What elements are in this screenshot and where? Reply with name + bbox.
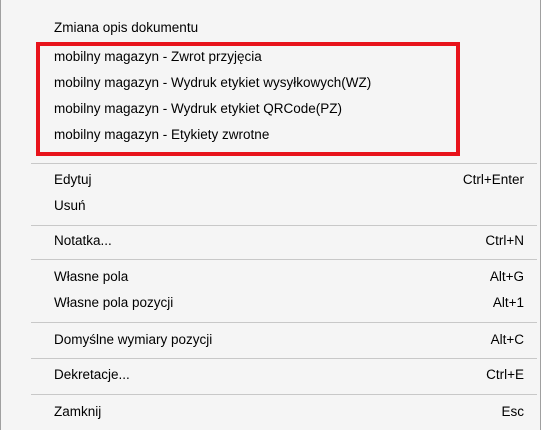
menu-item-shortcut: Esc — [501, 404, 524, 419]
menu-item-shortcut: Ctrl+N — [485, 233, 524, 248]
menu-item-shortcut: Alt+1 — [492, 295, 524, 310]
menu-item-zwrot-przyjecia[interactable]: mobilny magazyn - Zwrot przyjęcia — [1, 44, 540, 70]
menu-item-wlasne-pola[interactable]: Własne pola Alt+G — [1, 264, 540, 290]
menu-item-label: mobilny magazyn - Etykiety zwrotne — [54, 127, 270, 142]
menu-item-label: Edytuj — [54, 172, 92, 187]
menu-item-notatka[interactable]: Notatka... Ctrl+N — [1, 228, 540, 254]
menu-item-shortcut: Alt+C — [490, 332, 524, 347]
menu-separator — [31, 322, 537, 323]
menu-item-zamknij[interactable]: Zamknij Esc — [1, 399, 540, 425]
menu-item-shortcut: Ctrl+E — [486, 367, 524, 382]
menu-item-label: mobilny magazyn - Zwrot przyjęcia — [54, 49, 262, 64]
menu-item-label: Usuń — [54, 198, 86, 213]
menu-item-usun[interactable]: Usuń — [1, 193, 540, 219]
menu-item-wydruk-etykiet-qrcode[interactable]: mobilny magazyn - Wydruk etykiet QRCode(… — [1, 96, 540, 122]
context-menu: Zmiana opis dokumentu mobilny magazyn - … — [0, 0, 541, 430]
menu-item-label: Zamknij — [54, 404, 102, 419]
menu-item-label: Zmiana opis dokumentu — [54, 20, 199, 35]
menu-separator — [31, 358, 537, 359]
menu-item-etykiety-zwrotne[interactable]: mobilny magazyn - Etykiety zwrotne — [1, 122, 540, 148]
menu-separator — [31, 225, 537, 226]
menu-item-label: mobilny magazyn - Wydruk etykiet QRCode(… — [54, 101, 342, 116]
menu-item-edytuj[interactable]: Edytuj Ctrl+Enter — [1, 167, 540, 193]
menu-item-label: mobilny magazyn - Wydruk etykiet wysyłko… — [54, 75, 372, 90]
menu-item-domyslne-wymiary-pozycji[interactable]: Domyślne wymiary pozycji Alt+C — [1, 327, 540, 353]
menu-item-dekretacje[interactable]: Dekretacje... Ctrl+E — [1, 362, 540, 388]
menu-item-label: Własne pola pozycji — [54, 295, 174, 310]
menu-item-shortcut: Alt+G — [489, 269, 524, 284]
menu-item-zmiana-opis-dokumentu[interactable]: Zmiana opis dokumentu — [1, 15, 540, 41]
menu-item-label: Domyślne wymiary pozycji — [54, 332, 213, 347]
menu-separator — [31, 163, 537, 164]
menu-item-label: Dekretacje... — [54, 367, 130, 382]
menu-item-wydruk-etykiet-wysylkowych[interactable]: mobilny magazyn - Wydruk etykiet wysyłko… — [1, 70, 540, 96]
menu-separator — [31, 394, 537, 395]
menu-item-label: Notatka... — [54, 233, 112, 248]
menu-item-shortcut: Ctrl+Enter — [462, 172, 524, 187]
menu-separator — [31, 259, 537, 260]
menu-item-label: Własne pola — [54, 269, 129, 284]
menu-item-wlasne-pola-pozycji[interactable]: Własne pola pozycji Alt+1 — [1, 290, 540, 316]
